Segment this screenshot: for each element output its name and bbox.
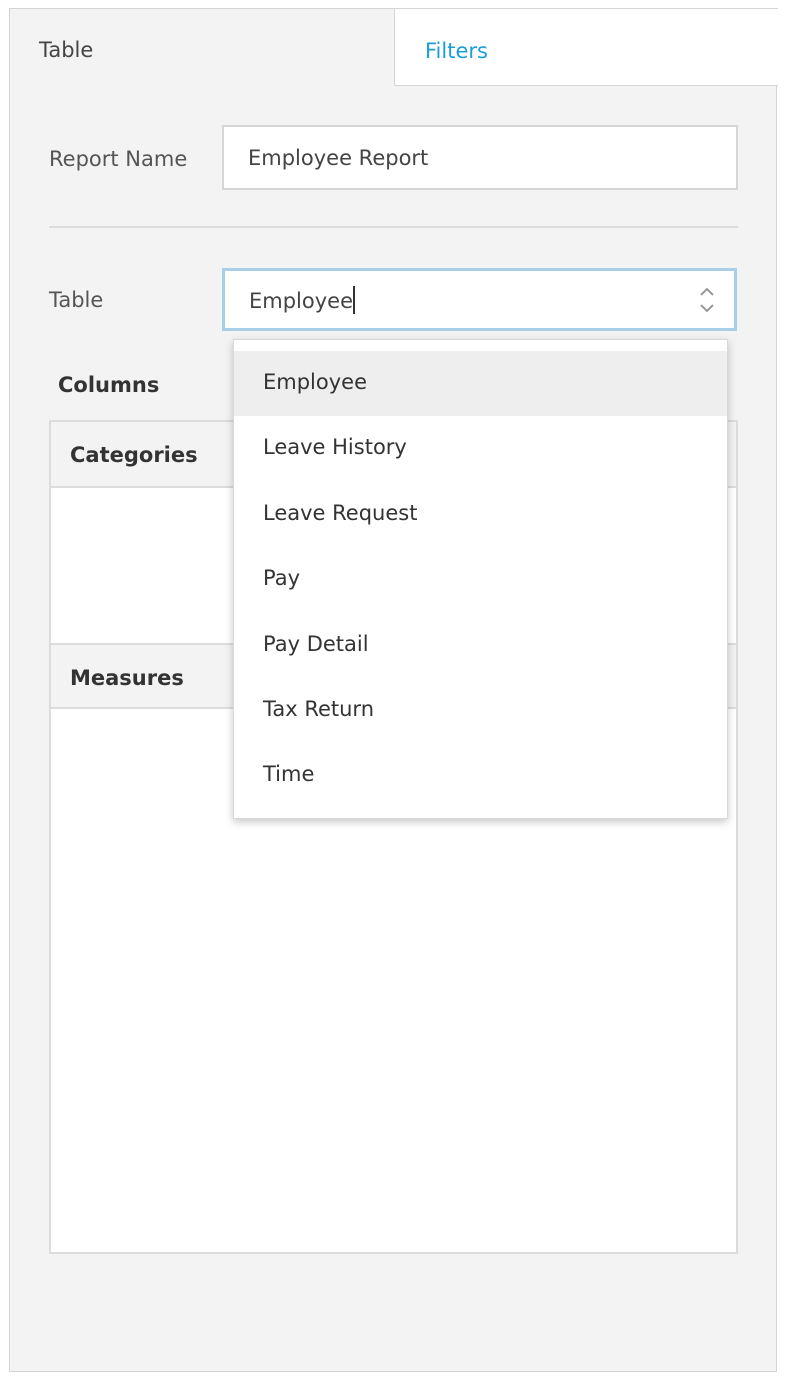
- dropdown-option-employee[interactable]: Employee: [234, 351, 727, 417]
- tab-table-label: Table: [39, 38, 94, 62]
- tab-filters[interactable]: Filters: [394, 8, 778, 86]
- report-name-input[interactable]: [222, 125, 738, 190]
- divider: [49, 226, 738, 228]
- categories-label: Categories: [70, 443, 198, 467]
- dropdown-option-leave-request[interactable]: Leave Request: [234, 482, 727, 547]
- text-cursor: [353, 286, 356, 314]
- table-select-value: Employee: [249, 289, 354, 313]
- dropdown-option-pay-detail[interactable]: Pay Detail: [234, 613, 727, 678]
- columns-heading: Columns: [58, 373, 160, 397]
- measures-label: Measures: [70, 666, 184, 690]
- dropdown-option-pay[interactable]: Pay: [234, 547, 727, 612]
- chevron-up-down-icon: [700, 287, 714, 313]
- tab-filters-label: Filters: [425, 39, 488, 63]
- report-name-label: Report Name: [49, 147, 188, 171]
- table-dropdown-menu: Employee Leave History Leave Request Pay…: [233, 339, 728, 819]
- dropdown-option-tax-return[interactable]: Tax Return: [234, 678, 727, 743]
- report-builder-panel: Table Filters Report Name Table Employee…: [9, 8, 778, 1372]
- table-select[interactable]: Employee: [222, 268, 737, 331]
- dropdown-option-time[interactable]: Time: [234, 743, 727, 808]
- table-label: Table: [49, 288, 104, 312]
- tab-table[interactable]: Table: [10, 9, 394, 86]
- dropdown-option-leave-history[interactable]: Leave History: [234, 416, 727, 481]
